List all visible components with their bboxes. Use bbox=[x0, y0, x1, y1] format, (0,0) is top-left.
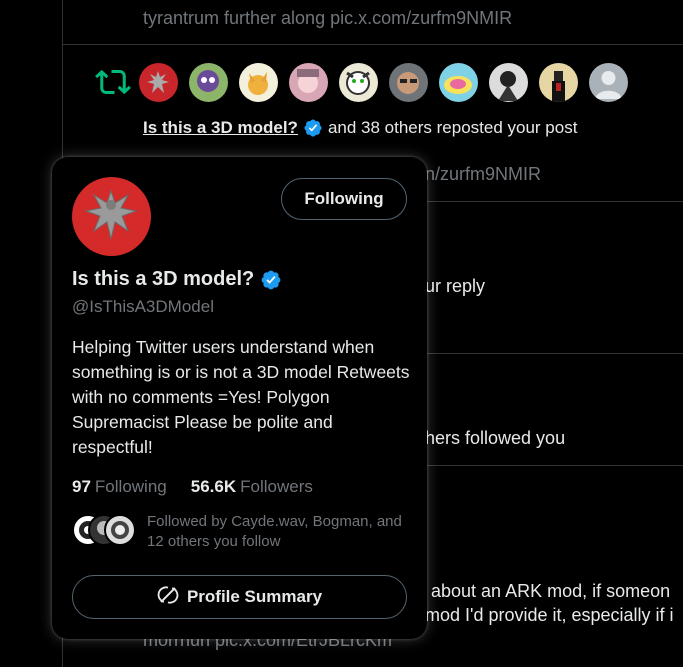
reposter-avatar[interactable] bbox=[239, 62, 278, 102]
reply-notification-text: ur reply bbox=[425, 276, 486, 296]
repost-icon bbox=[93, 62, 133, 102]
following-label: Following bbox=[94, 477, 167, 496]
reposter-avatar[interactable] bbox=[189, 62, 228, 102]
verified-badge-icon bbox=[303, 118, 323, 138]
post-link-text[interactable]: n/zurfm9NMIR bbox=[425, 164, 541, 185]
profile-hovercard: Following Is this a 3D model? @IsThisA3D… bbox=[52, 157, 427, 639]
post-text-line: mod I'd provide it, especially if i bbox=[425, 605, 674, 625]
reposter-avatar[interactable] bbox=[539, 62, 578, 102]
followed-by-avatars bbox=[72, 514, 136, 546]
reposter-avatar[interactable] bbox=[289, 62, 328, 102]
following-count-link[interactable]: 97 Following bbox=[72, 477, 167, 497]
post-text-line: about an ARK mod, if someon bbox=[431, 581, 671, 601]
default-avatar[interactable] bbox=[589, 62, 628, 102]
repost-summary-text: and 38 others reposted your post bbox=[327, 118, 578, 137]
display-name-text: Is this a 3D model? bbox=[72, 268, 255, 290]
reposter-avatar[interactable] bbox=[439, 62, 478, 102]
divider bbox=[63, 44, 683, 45]
profile-display-name[interactable]: Is this a 3D model? bbox=[72, 268, 287, 291]
following-count: 97 bbox=[72, 477, 91, 496]
post-link-text[interactable]: tyrantrum further along pic.x.com/zurfm9… bbox=[143, 8, 512, 29]
profile-summary-label: Profile Summary bbox=[186, 587, 323, 606]
reposter-avatar[interactable] bbox=[139, 62, 178, 102]
followers-count: 56.6K bbox=[190, 477, 237, 496]
reposter-avatar[interactable] bbox=[489, 62, 528, 102]
profile-handle[interactable]: @IsThisA3DModel bbox=[72, 297, 214, 317]
followed-by[interactable]: Followed by Cayde.wav, Bogman, and 12 ot… bbox=[72, 512, 407, 552]
reposter-avatars bbox=[93, 62, 639, 102]
followers-count-link[interactable]: 56.6K Followers bbox=[191, 477, 313, 497]
followers-label: Followers bbox=[240, 477, 313, 496]
follower-avatar bbox=[104, 514, 136, 546]
repost-notification-text: Is this a 3D model? and 38 others repost… bbox=[143, 118, 577, 138]
reposter-avatar[interactable] bbox=[339, 62, 378, 102]
profile-stats: 97 Following 56.6K Followers bbox=[72, 477, 337, 497]
verified-badge-icon bbox=[260, 269, 282, 291]
grok-icon bbox=[157, 584, 187, 611]
following-button[interactable]: Following bbox=[281, 178, 407, 220]
profile-bio: Helping Twitter users understand when so… bbox=[72, 337, 410, 457]
reposter-avatar[interactable] bbox=[389, 62, 428, 102]
followed-by-text: Followed by Cayde.wav, Bogman, and 12 ot… bbox=[147, 513, 402, 550]
reposter-name-link[interactable]: Is this a 3D model? bbox=[143, 118, 298, 138]
follow-notification-text: hers followed you bbox=[425, 428, 566, 448]
profile-avatar[interactable] bbox=[72, 177, 151, 256]
profile-summary-button[interactable]: Profile Summary bbox=[72, 575, 407, 619]
